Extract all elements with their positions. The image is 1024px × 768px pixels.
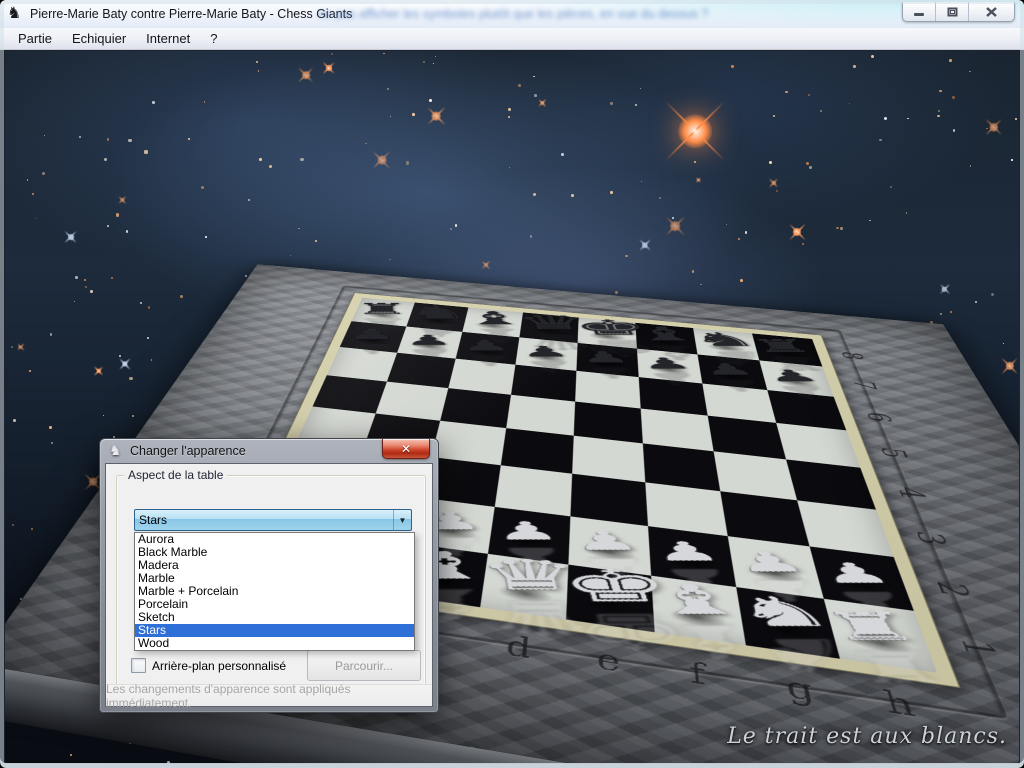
browse-button[interactable]: Parcourir... — [307, 650, 421, 681]
droplist-item-sketch[interactable]: Sketch — [135, 611, 414, 624]
restore-icon — [947, 7, 958, 17]
table-aspect-combobox[interactable]: Stars ▼ — [134, 509, 412, 531]
dialog-knight-icon: ♞ — [109, 443, 122, 459]
pieces-layer: ♜♜♞♞♝♝♛♛♚♚♝♝♞♞♜♜♟♟♟♟♟♟♟♟♟♟♟♟♟♟♟♟♟♟♟♟♟♟♟♟… — [257, 264, 943, 324]
droplist-item-madera[interactable]: Madera — [135, 559, 414, 572]
groupbox-label: Aspect de la table — [124, 468, 227, 482]
table-aspect-droplist: AuroraBlack MarbleMaderaMarbleMarble + P… — [134, 532, 415, 651]
app-window: ♞ Pierre-Marie Baty contre Pierre-Marie … — [0, 0, 1024, 768]
restore-button[interactable] — [936, 2, 969, 21]
minimize-icon — [914, 7, 924, 16]
appearance-dialog: ♞ Changer l'apparence ✕ Aspect de la tab… — [99, 438, 439, 713]
combobox-dropdown-icon[interactable]: ▼ — [393, 510, 411, 530]
turn-indicator: Le trait est aux blancs. — [727, 724, 1007, 749]
droplist-item-porcelain[interactable]: Porcelain — [135, 598, 414, 611]
menu-internet[interactable]: Internet — [136, 29, 200, 48]
window-controls — [902, 2, 1015, 22]
menubar: Partie Echiquier Internet ? — [0, 28, 1024, 50]
window-title: Pierre-Marie Baty contre Pierre-Marie Ba… — [30, 7, 352, 21]
custom-background-row: Arrière-plan personnalisé — [131, 658, 286, 673]
app-knight-icon: ♞ — [7, 5, 21, 21]
dialog-title: Changer l'apparence — [130, 444, 246, 458]
black-pawn-h7[interactable]: ♟♟ — [765, 383, 828, 384]
titlebar-ghost-text: ne pas afficher les symboles plutôt que … — [318, 7, 878, 21]
menu-partie[interactable]: Partie — [8, 29, 62, 48]
minimize-button[interactable] — [903, 2, 936, 21]
dialog-status-text: Les changements d'apparence sont appliqu… — [106, 684, 432, 706]
droplist-item-wood[interactable]: Wood — [135, 637, 414, 650]
close-icon — [986, 7, 997, 17]
close-button[interactable] — [969, 2, 1014, 21]
titlebar: ♞ Pierre-Marie Baty contre Pierre-Marie … — [0, 0, 1024, 29]
custom-background-checkbox[interactable] — [131, 658, 146, 673]
combobox-value: Stars — [135, 513, 393, 527]
dialog-close-icon: ✕ — [401, 442, 411, 456]
menu-help[interactable]: ? — [200, 29, 227, 48]
dialog-client-area: Aspect de la table Stars ▼ AuroraBlack M… — [105, 463, 433, 707]
droplist-item-stars[interactable]: Stars — [135, 624, 414, 637]
dialog-close-button[interactable]: ✕ — [382, 439, 430, 459]
custom-background-label: Arrière-plan personnalisé — [152, 659, 286, 673]
menu-echiquier[interactable]: Echiquier — [62, 29, 136, 48]
